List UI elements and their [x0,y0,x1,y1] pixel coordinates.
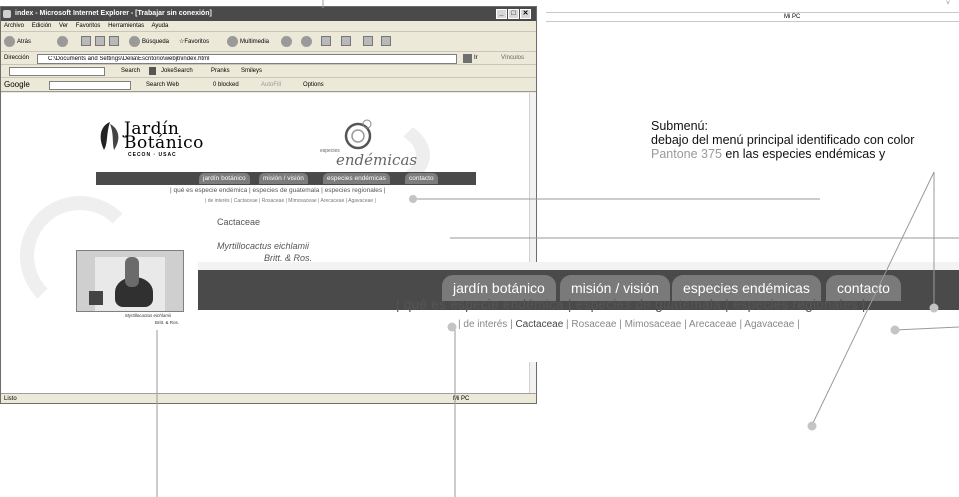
callout-dot [409,195,417,203]
callout-lines [156,0,959,497]
callout-dot [807,421,817,431]
callout-dot [929,303,939,313]
callout-line [894,326,959,331]
callout-dot [447,322,457,332]
callout-dot [890,325,900,335]
callout-line [811,171,935,426]
